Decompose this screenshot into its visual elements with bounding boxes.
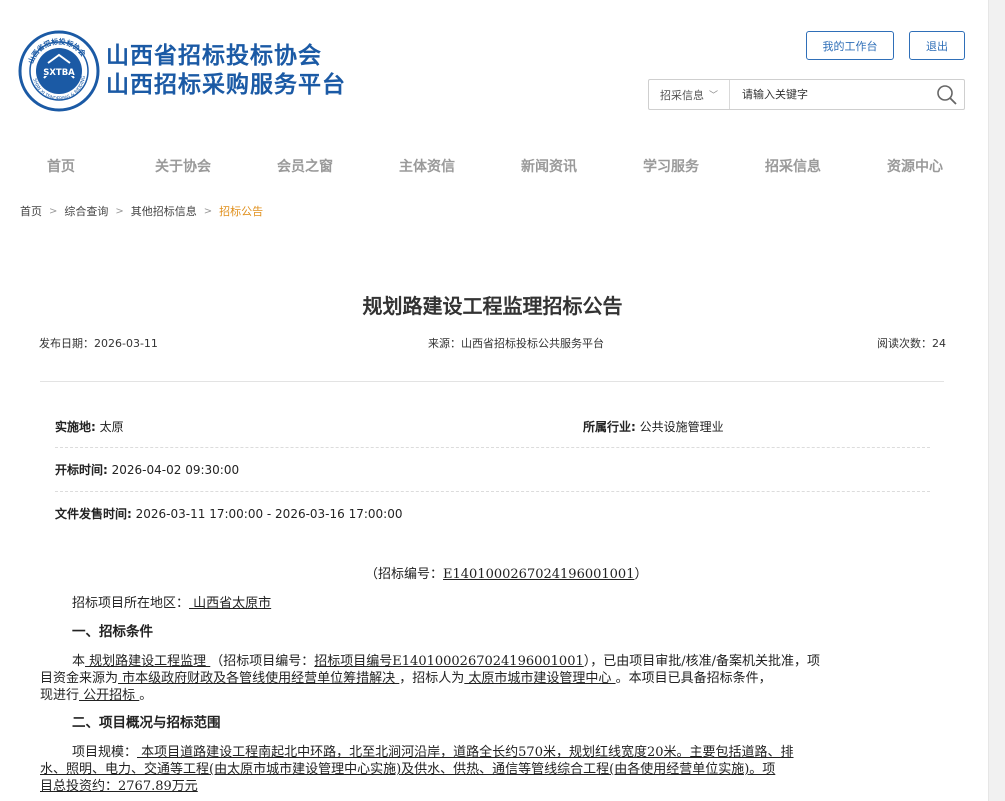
region-label: 招标项目所在地区： bbox=[72, 596, 190, 611]
site-logo[interactable]: SXTBA 山西省招标投标协会 SHAN XI TENDERING & BIDD… bbox=[18, 30, 346, 112]
search-input[interactable] bbox=[730, 80, 930, 109]
bid-number-suffix: ） bbox=[634, 567, 648, 582]
open-time-label: 开标时间: bbox=[55, 463, 108, 477]
views-value: 24 bbox=[932, 337, 946, 350]
text-span: 。 bbox=[139, 688, 153, 703]
view-count: 阅读次数：24 bbox=[877, 335, 946, 351]
org-name-line1: 山西省招标投标协会 bbox=[106, 43, 322, 69]
my-workbench-button[interactable]: 我的工作台 bbox=[806, 31, 894, 60]
chevron-right-icon: > bbox=[115, 205, 124, 217]
breadcrumb-other[interactable]: 其他招标信息 bbox=[131, 203, 197, 219]
page-title: 规划路建设工程监理招标公告 bbox=[362, 294, 623, 318]
search-category-select[interactable]: 招采信息 ﹀ bbox=[649, 80, 730, 109]
chevron-down-icon: ﹀ bbox=[708, 91, 718, 101]
info-open-time: 开标时间: 2026-04-02 09:30:00 bbox=[55, 461, 239, 478]
bid-number: E1401000267024196001001 bbox=[443, 567, 635, 582]
chevron-right-icon: > bbox=[49, 205, 58, 217]
publish-date: 发布日期：2026-03-11 bbox=[39, 335, 158, 351]
section-1-heading: 一、招标条件 bbox=[72, 624, 153, 640]
association-emblem-icon: SXTBA 山西省招标投标协会 SHAN XI TENDERING & BIDD… bbox=[18, 30, 100, 112]
title-divider bbox=[40, 381, 944, 382]
industry-value: 公共设施管理业 bbox=[639, 420, 724, 434]
text-span: 。本项目已具备招标条件， bbox=[615, 671, 772, 686]
nav-item-resources[interactable]: 资源中心 bbox=[854, 151, 976, 183]
nav-item-procurement[interactable]: 招采信息 bbox=[732, 151, 854, 183]
search-bar: 招采信息 ﹀ bbox=[648, 79, 965, 110]
industry-label: 所属行业: bbox=[583, 420, 636, 434]
text-span: ，招标人为 bbox=[399, 671, 465, 686]
search-category-label: 招采信息 bbox=[659, 88, 704, 102]
article-source: 来源：山西省招标投标公共服务平台 bbox=[428, 335, 604, 351]
publish-date-label: 发布日期： bbox=[39, 337, 94, 350]
project-region-line: 招标项目所在地区： 山西省太原市 bbox=[72, 592, 271, 611]
paragraph-2-line3: 目总投资约：2767.89万元 bbox=[40, 775, 198, 794]
text-span: 现进行 bbox=[40, 688, 80, 703]
source-value: 山西省招标投标公共服务平台 bbox=[461, 337, 604, 350]
breadcrumb-query[interactable]: 综合查询 bbox=[64, 203, 108, 219]
emblem-text: SXTBA bbox=[43, 68, 75, 78]
org-name-line2: 山西招标采购服务平台 bbox=[106, 72, 346, 98]
source-label: 来源： bbox=[428, 337, 461, 350]
search-icon[interactable] bbox=[930, 80, 964, 109]
chevron-right-icon: > bbox=[203, 205, 213, 217]
bid-number-prefix: （招标编号： bbox=[365, 567, 444, 582]
paragraph-1-line3: 现进行 公开招标 。 bbox=[40, 684, 152, 703]
bid-number-line: （招标编号：E1401000267024196001001） bbox=[365, 563, 647, 582]
main-nav: 首页 关于协会 会员之窗 主体资信 新闻资讯 学习服务 招采信息 资源中心 bbox=[0, 151, 988, 183]
breadcrumb: 首页 > 综合查询 > 其他招标信息 > 招标公告 bbox=[20, 203, 263, 219]
tenderer: 太原市城市建设管理中心 bbox=[464, 671, 616, 686]
region-value: 山西省太原市 bbox=[189, 596, 272, 611]
nav-item-members[interactable]: 会员之窗 bbox=[244, 151, 366, 183]
nav-item-news[interactable]: 新闻资讯 bbox=[488, 151, 610, 183]
open-time-value: 2026-04-02 09:30:00 bbox=[111, 463, 240, 477]
publish-date-value: 2026-03-11 bbox=[94, 337, 158, 350]
info-doc-time: 文件发售时间: 2026-03-11 17:00:00 - 2026-03-16… bbox=[55, 505, 403, 522]
doc-time-value: 2026-03-11 17:00:00 - 2026-03-16 17:00:0… bbox=[135, 507, 403, 521]
tender-method: 公开招标 bbox=[79, 688, 140, 703]
location-label: 实施地: bbox=[55, 420, 96, 434]
doc-time-label: 文件发售时间: bbox=[55, 507, 132, 521]
page-scrollbar[interactable] bbox=[988, 0, 1005, 801]
breadcrumb-current: 招标公告 bbox=[219, 205, 264, 218]
total-investment: 目总投资约：2767.89万元 bbox=[40, 779, 198, 794]
logout-button[interactable]: 退出 bbox=[909, 31, 965, 60]
fund-source: 市本级政府财政及各管线使用经营单位筹措解决 bbox=[118, 671, 400, 686]
views-label: 阅读次数： bbox=[877, 337, 932, 350]
nav-item-credit[interactable]: 主体资信 bbox=[366, 151, 488, 183]
location-value: 太原 bbox=[99, 420, 124, 434]
nav-item-about[interactable]: 关于协会 bbox=[122, 151, 244, 183]
info-location: 实施地: 太原 bbox=[55, 418, 124, 435]
info-divider bbox=[55, 447, 930, 448]
info-divider bbox=[55, 491, 930, 492]
breadcrumb-home[interactable]: 首页 bbox=[20, 203, 42, 219]
section-2-heading: 二、项目概况与招标范围 bbox=[72, 715, 221, 731]
info-industry: 所属行业: 公共设施管理业 bbox=[583, 418, 724, 435]
nav-item-learning[interactable]: 学习服务 bbox=[610, 151, 732, 183]
nav-item-home[interactable]: 首页 bbox=[0, 151, 122, 183]
